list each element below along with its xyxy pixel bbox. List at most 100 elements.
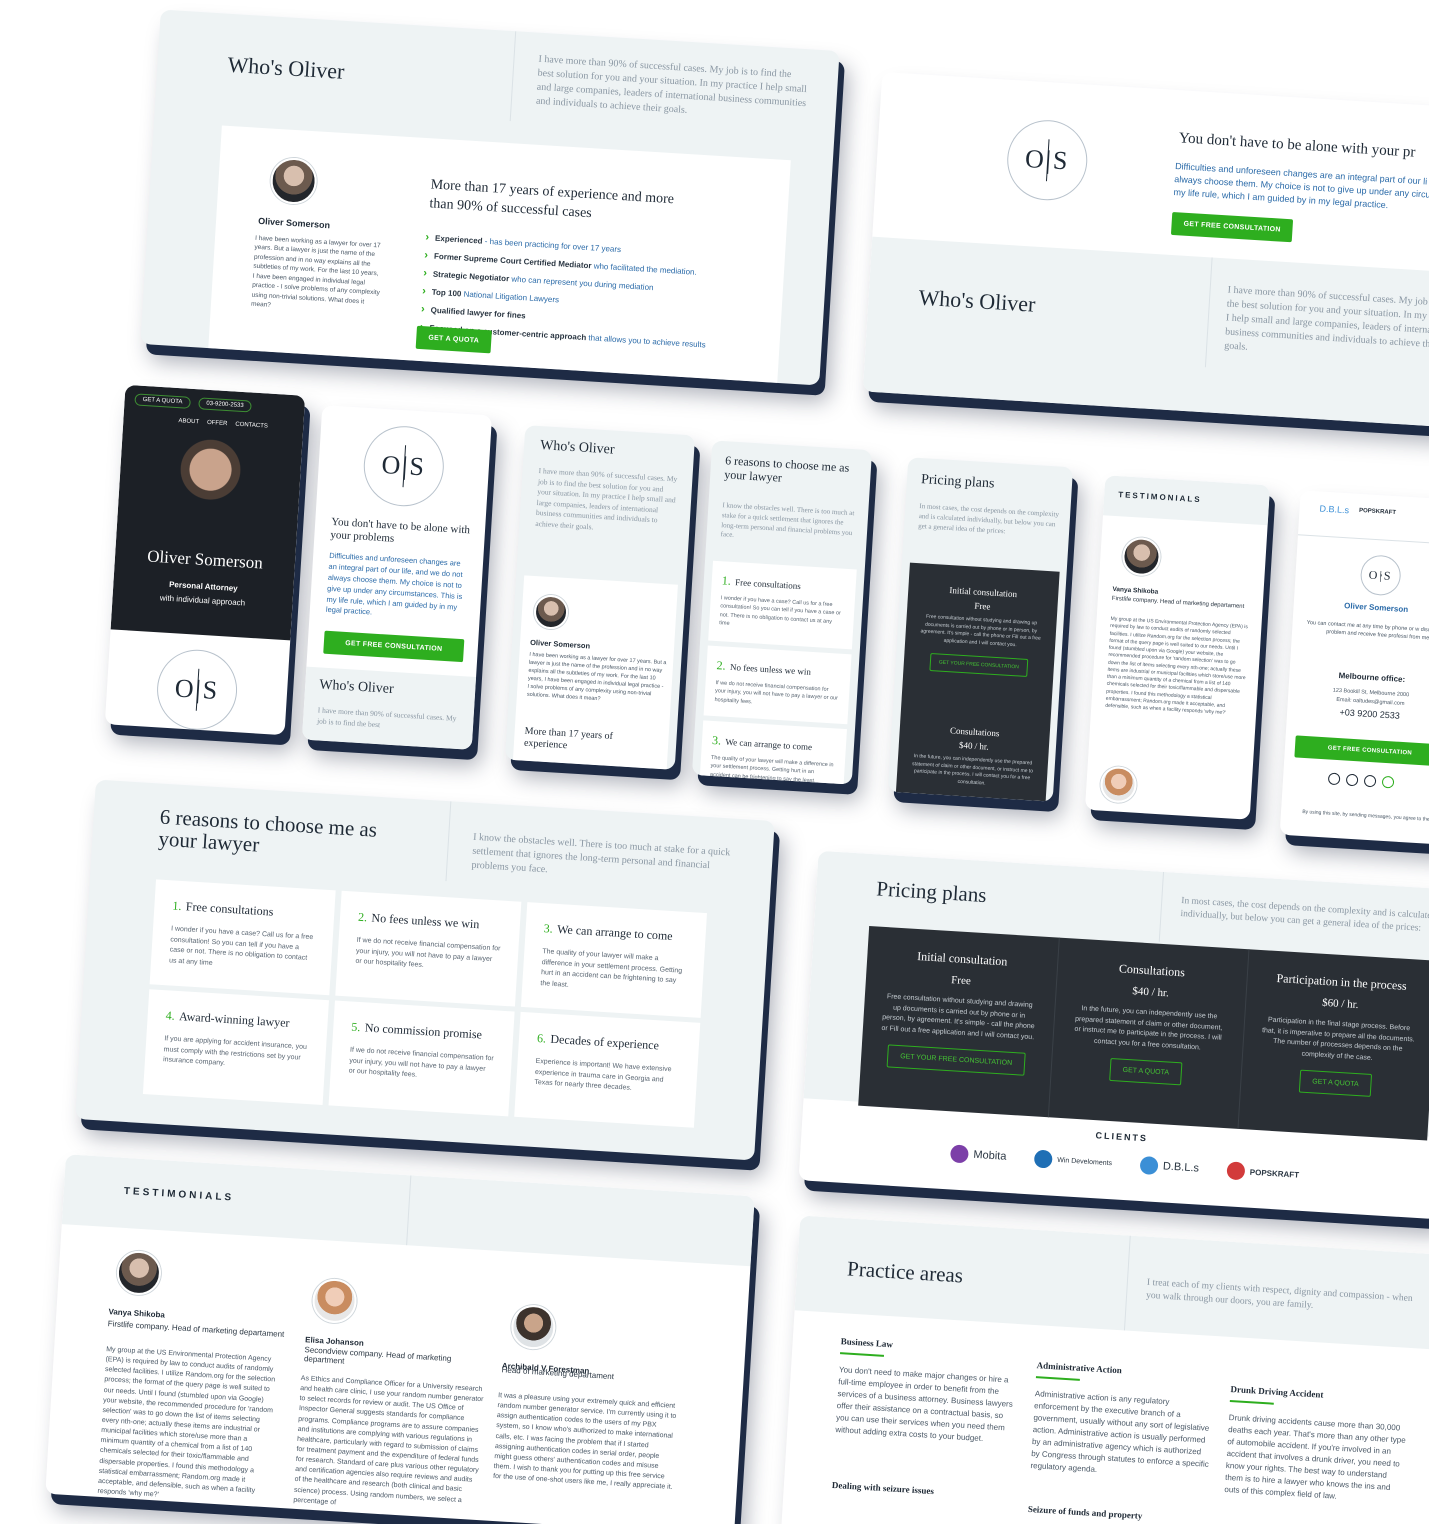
mobile-contacts-text: You can contact me at any time by phone …: [1306, 619, 1429, 642]
mobile-plan-1: Initial consultation Free Free consultat…: [903, 583, 1058, 679]
hero-os-logo: O|S: [154, 647, 240, 733]
social-icons: [1327, 772, 1395, 789]
mobile-about-bio: I have been working as a lawyer for over…: [526, 651, 667, 703]
testimonial-avatar-elisa: [311, 1277, 358, 1325]
mobile-pricing-title: Pricing plans: [920, 472, 995, 492]
reason-card-4: 4. Award-winning lawyer If you are apply…: [142, 989, 329, 1105]
mobile-reason-3: 3. We can arrange to come The quality of…: [699, 720, 847, 785]
testimonial-text-elisa: As Ethics and Compliance Officer for a U…: [293, 1375, 484, 1507]
mobile-contacts-os-logo: O|S: [1359, 554, 1402, 597]
mobile-contacts-name: Oliver Somerson: [1343, 601, 1409, 615]
testimonial-text-archibald: It was a pleasure using your extremely q…: [492, 1392, 677, 1492]
card-reasons-desktop: 6 reasons to choose me as your lawyer I …: [75, 779, 775, 1161]
mobile-testimonial-avatar-1: [1121, 536, 1162, 577]
card-about-desktop: Who's Oliver I have more than 90% of suc…: [140, 9, 840, 386]
mobile-testimonial-role: Firstlife company. Head of marketing dep…: [1111, 595, 1245, 610]
mobile-contacts-button[interactable]: GET FREE CONSULTATION: [1294, 735, 1429, 767]
business-law-rule: [839, 1352, 885, 1357]
mobile-intro-text: Difficulties and unforeseen changes are …: [325, 550, 463, 617]
hero-portrait: [162, 435, 258, 531]
mobile-reasons-lead: I know the obstacles well. There is too …: [720, 501, 855, 540]
reason-card-1: 1. Free consultations I wonder if you ha…: [149, 879, 336, 996]
plan-participation: Participation in the process $60 / hr. P…: [1240, 969, 1429, 1100]
card-mobile-about: Who's Oliver I have more than 90% of suc…: [504, 425, 696, 770]
popskraft-icon: [1226, 1161, 1246, 1181]
mobile-pricing-lead: In most cases, the cost depends on the c…: [917, 502, 1060, 535]
client-dbls: D.B.L.s: [1139, 1155, 1199, 1178]
testimonial-avatar-archibald: [510, 1303, 557, 1351]
testimonial-text-vanya: My group at the US Environmental Protect…: [97, 1346, 276, 1499]
plan-consultations: Consultations $40 / hr. In the future, y…: [1050, 958, 1247, 1089]
about-bio: I have been working as a lawyer for over…: [250, 234, 381, 309]
client-mobita: Mobita: [949, 1144, 1007, 1165]
card-testimonials-desktop: TESTIMONIALS Vanya Shikoba Firstlife com…: [45, 1154, 755, 1524]
testimonial-role-archibald: Head of marketing departament: [501, 1365, 615, 1382]
card-mobile-hero: GET A QUOTA 03-9200-2533 ABOUT OFFER CON…: [104, 384, 306, 736]
mobita-icon: [949, 1144, 969, 1164]
mobile-intro-button[interactable]: GET FREE CONSULTATION: [323, 630, 465, 663]
testimonial-name-vanya: Vanya Shikoba: [108, 1307, 166, 1320]
client-popskraft: POPSKRAFT: [1226, 1161, 1299, 1183]
plan-consultations-button[interactable]: GET A QUOTA: [1108, 1057, 1183, 1086]
mobile-contacts-divider: [1297, 534, 1429, 546]
mobile-os-logo: O|S: [361, 423, 447, 509]
practice-seizure-funds: Seizure of funds and property: [1027, 1503, 1143, 1521]
dbls-icon: [1139, 1155, 1159, 1176]
mobile-contacts-clients: D.B.L.s POPSKRAFT: [1319, 503, 1396, 518]
about-lead: I have more than 90% of successful cases…: [535, 53, 808, 116]
client-win: Win Develoments: [1033, 1149, 1113, 1173]
practice-seizure-issues: Dealing with seizure issues: [831, 1479, 935, 1497]
practice-drunk-driving: Drunk Driving Accident Drunk driving acc…: [1224, 1384, 1406, 1501]
intro-consultation-button[interactable]: GET FREE CONSULTATION: [1170, 211, 1294, 243]
reason-card-6: 6. Decades of experience Experience is i…: [514, 1011, 701, 1128]
twitter-icon[interactable]: [1363, 774, 1377, 788]
mobile-reason-1: 1. Free consultations I wonder if you ha…: [708, 560, 857, 650]
facebook-icon[interactable]: [1345, 773, 1359, 787]
get-quota-button[interactable]: GET A QUOTA: [415, 325, 492, 354]
card-mobile-pricing: Pricing plans In most cases, the cost de…: [887, 457, 1074, 802]
practice-business-law: Business Law You don't need to make majo…: [835, 1336, 1014, 1444]
drunk-driving-rule: [1229, 1400, 1274, 1405]
mobile-testimonial-avatar-2: [1099, 765, 1138, 804]
reasons-title: 6 reasons to choose me as your lawyer: [157, 804, 378, 857]
reasons-lead: I know the obstacles well. There is too …: [471, 831, 731, 876]
reason-card-2: 2. No fees unless we win If we do not re…: [335, 890, 522, 1007]
os-logo: O|S: [1004, 117, 1090, 203]
intro-text: Difficulties and unforeseen changes are …: [1173, 161, 1429, 211]
mobile-testimonial-name: Vanya Shikoba: [1112, 585, 1159, 596]
reason-card-5: 5. No commission promise If we do not re…: [328, 1000, 515, 1117]
whatsapp-icon[interactable]: [1381, 775, 1395, 789]
mockup-scene: Who's Oliver I have more than 90% of suc…: [0, 0, 1429, 1524]
client-dbls-logo: D.B.L.s: [1319, 503, 1350, 516]
card-mobile-intro: O|S You don't have to be alone with your…: [301, 405, 493, 750]
mobile-reason-2: 2. No fees unless we win If we do not re…: [703, 645, 852, 725]
card-practice-desktop: Practice areas I treat each of my client…: [780, 1215, 1429, 1524]
card-mobile-contacts: D.B.L.s POPSKRAFT O|S Oliver Somerson Yo…: [1279, 490, 1429, 845]
client-popskraft-logo: POPSKRAFT: [1358, 507, 1397, 517]
testimonial-role-elisa: Secondview company. Head of marketing de…: [303, 1345, 452, 1366]
instagram-icon[interactable]: [1327, 772, 1341, 786]
testimonial-role-vanya: Firstlife company. Head of marketing dep…: [107, 1319, 285, 1339]
mobile-testimonial-text: My group at the US Environmental Protect…: [1105, 615, 1249, 717]
nav-offer[interactable]: OFFER: [207, 420, 228, 427]
about-divider: [509, 31, 517, 122]
testimonial-avatar-vanya: [115, 1249, 163, 1297]
mobile-plan-2: Consultations $40 / hr. In the future, y…: [911, 725, 1034, 787]
practice-administrative-action: Administrative Action Administrative act…: [1030, 1360, 1210, 1475]
plan-initial: Initial consultation Free Free consultat…: [861, 946, 1058, 1077]
mobile-office-label: Melbourne office:: [1338, 670, 1406, 685]
about-title: Who's Oliver: [226, 51, 346, 84]
intro-title: You don't have to be alone with your pr: [1178, 130, 1416, 161]
plan-participation-button[interactable]: GET A QUOTA: [1298, 1069, 1373, 1097]
nav-about[interactable]: ABOUT: [178, 418, 199, 425]
mobile-contacts-footer: By using this site, by sending messages,…: [1302, 808, 1429, 823]
reason-card-3: 3. We can arrange to come The quality of…: [520, 902, 707, 1018]
mobile-reasons-title: 6 reasons to choose me as your lawyer: [723, 453, 850, 486]
reasons-divider: [445, 801, 452, 882]
mobile-intro-title: You don't have to be alone with your pro…: [330, 515, 471, 545]
mobile-about-title: Who's Oliver: [539, 438, 615, 458]
administrative-action-rule: [1035, 1376, 1080, 1381]
card-pricing-desktop: Pricing plans In most cases, the cost de…: [798, 850, 1429, 1220]
win-icon: [1033, 1149, 1053, 1169]
mobile-about-lead: I have more than 90% of successful cases…: [535, 466, 678, 531]
